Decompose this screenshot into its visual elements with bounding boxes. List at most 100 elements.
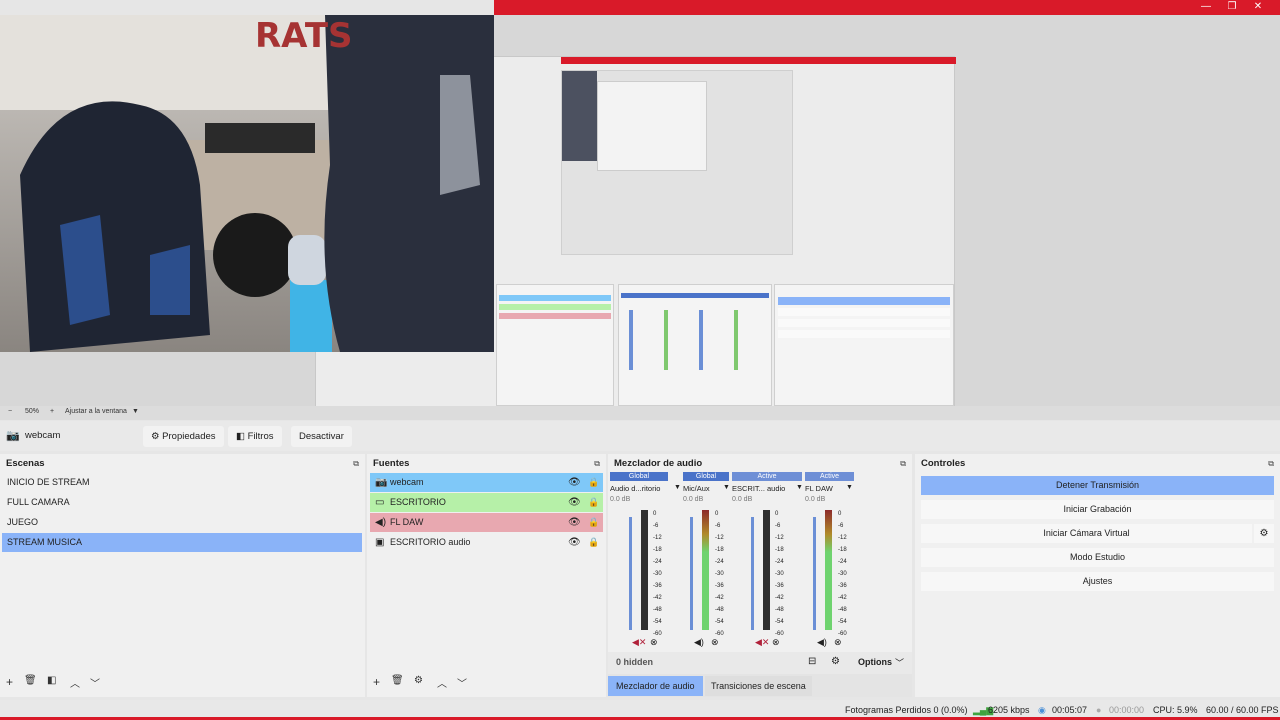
speaker-icon: ◀) xyxy=(375,517,387,528)
chevron-down-icon[interactable]: ﹀ xyxy=(90,675,100,690)
camera-icon: 📷 xyxy=(6,430,20,442)
volume-fader[interactable] xyxy=(629,517,632,630)
chevron-down-icon[interactable]: ▼ xyxy=(723,484,730,491)
channel-db: 0.0 dB xyxy=(683,496,704,503)
db-tick-label: -6 xyxy=(715,523,721,529)
maximize-button[interactable]: ❐ xyxy=(1220,0,1244,15)
speaker-icon[interactable]: ◀) xyxy=(694,637,704,648)
scene-item[interactable]: INICIO DE STREAM xyxy=(2,473,362,492)
lock-icon[interactable]: 🔒 xyxy=(588,473,599,492)
eye-icon[interactable]: 👁 xyxy=(568,493,581,512)
tab-audio-mixer[interactable]: Mezclador de audio xyxy=(608,676,703,696)
db-tick-label: -18 xyxy=(838,547,847,553)
level-meter xyxy=(641,510,648,630)
title-bar: — ❐ ✕ xyxy=(494,0,1280,15)
db-scale: 0 -6 -12 -18 -24 -30 -36 -42 -48 -54 -60 xyxy=(653,508,662,640)
zoom-fit[interactable]: Ajustar a la ventana xyxy=(65,408,127,415)
stop-stream-button[interactable]: Detener Transmisión xyxy=(921,476,1274,495)
source-label: ESCRITORIO xyxy=(390,497,446,507)
zoom-in-button[interactable]: + xyxy=(50,408,54,415)
gear-icon[interactable]: ⚙ xyxy=(414,675,423,686)
studio-mode-button[interactable]: Modo Estudio xyxy=(921,548,1274,567)
channel-name[interactable]: Audio d...ritorio xyxy=(610,484,668,494)
preview-canvas[interactable]: RATS xyxy=(0,15,1280,416)
dock-popout-icon[interactable]: ⧉ xyxy=(900,459,906,469)
advanced-audio-icon[interactable]: ⚙ xyxy=(831,656,840,667)
start-recording-button[interactable]: Iniciar Grabación xyxy=(921,500,1274,519)
db-tick-label: -30 xyxy=(838,571,847,577)
webcam-feed: RATS xyxy=(0,15,494,352)
chevron-down-icon[interactable]: ▼ xyxy=(674,484,681,491)
options-button[interactable]: Options xyxy=(858,657,892,667)
deactivate-button[interactable]: Desactivar xyxy=(291,426,352,447)
lock-icon[interactable]: 🔒 xyxy=(588,513,599,532)
trash-icon[interactable]: 🗑 xyxy=(391,675,404,686)
speaker-muted-icon[interactable]: ◀✕ xyxy=(755,637,769,648)
eye-icon[interactable]: 👁 xyxy=(568,473,581,492)
monitor-icon[interactable]: ⊗ xyxy=(834,637,842,648)
zoom-out-button[interactable]: − xyxy=(8,408,12,415)
settings-button[interactable]: Ajustes xyxy=(921,572,1274,591)
dock-popout-icon[interactable]: ⧉ xyxy=(1268,459,1274,469)
filter-icon[interactable]: ◧ xyxy=(47,675,56,686)
speaker-icon[interactable]: ◀) xyxy=(817,637,827,648)
db-tick-label: -36 xyxy=(838,583,847,589)
record-time: 00:00:00 xyxy=(1109,705,1145,715)
lock-icon[interactable]: 🔒 xyxy=(588,533,599,552)
db-scale: 0 -6 -12 -18 -24 -30 -36 -42 -48 -54 -60 xyxy=(838,508,847,640)
tab-scene-transitions[interactable]: Transiciones de escena xyxy=(705,676,812,696)
controls-title: Controles xyxy=(921,458,966,469)
bitrate: 6205 kbps xyxy=(988,705,1030,715)
db-tick-label: -24 xyxy=(838,559,847,565)
eye-icon[interactable]: 👁 xyxy=(568,513,581,532)
scene-item-selected[interactable]: STREAM MUSICA xyxy=(2,533,362,552)
dropped-frames: Fotogramas Perdidos 0 (0.0%) xyxy=(845,705,968,715)
minimize-button[interactable]: — xyxy=(1194,0,1218,15)
filters-button[interactable]: ◧ Filtros xyxy=(228,426,282,447)
chevron-down-icon[interactable]: ﹀ xyxy=(457,675,467,690)
lock-icon[interactable]: 🔒 xyxy=(588,493,599,512)
db-tick-label: -30 xyxy=(775,571,784,577)
monitor-icon[interactable]: ⊗ xyxy=(711,637,719,648)
zoom-dropdown-icon[interactable]: ▼ xyxy=(132,408,139,415)
speaker-muted-icon[interactable]: ◀✕ xyxy=(632,637,646,648)
scene-item[interactable]: FULL CAMARA xyxy=(2,493,362,512)
volume-fader[interactable] xyxy=(751,517,754,630)
add-icon[interactable]: + xyxy=(373,675,380,689)
monitor-icon[interactable]: ⊗ xyxy=(772,637,780,648)
source-item-escritorio-audio[interactable]: ▣ ESCRITORIO audio 👁 🔒 xyxy=(370,533,603,552)
chevron-down-icon[interactable]: ▼ xyxy=(846,484,853,491)
volume-fader[interactable] xyxy=(690,517,693,630)
db-tick-label: 0 xyxy=(715,511,719,517)
trash-icon[interactable]: 🗑 xyxy=(24,675,37,686)
monitor-icon[interactable]: ⊗ xyxy=(650,637,658,648)
virtual-camera-button[interactable]: Iniciar Cámara Virtual xyxy=(921,524,1252,543)
db-tick-label: -24 xyxy=(653,559,662,565)
chevron-down-icon[interactable]: ▼ xyxy=(796,484,803,491)
db-tick-label: -42 xyxy=(653,595,662,601)
dock-popout-icon[interactable]: ⧉ xyxy=(594,459,600,469)
scene-item[interactable]: JUEGO xyxy=(2,513,362,532)
source-item-webcam[interactable]: 📷 webcam 👁 🔒 xyxy=(370,473,603,492)
channel-name[interactable]: ESCRIT... audio xyxy=(732,484,802,494)
source-item-fl-daw[interactable]: ◀) FL DAW 👁 🔒 xyxy=(370,513,603,532)
close-button[interactable]: ✕ xyxy=(1246,0,1270,15)
db-tick-label: -12 xyxy=(653,535,662,541)
properties-button[interactable]: ⚙ Propiedades xyxy=(143,426,224,447)
volume-fader[interactable] xyxy=(813,517,816,630)
chevron-up-icon[interactable]: ︿ xyxy=(437,675,447,690)
eye-icon[interactable]: 👁 xyxy=(568,533,581,552)
chevron-down-icon[interactable]: ﹀ xyxy=(895,656,904,669)
wall-banner-text: RATS xyxy=(255,16,353,56)
dock-popout-icon[interactable]: ⧉ xyxy=(353,459,359,469)
db-tick-label: 0 xyxy=(653,511,657,517)
layout-icon[interactable]: ⊟ xyxy=(808,656,816,667)
source-item-escritorio[interactable]: ▭ ESCRITORIO 👁 🔒 xyxy=(370,493,603,512)
db-tick-label: -12 xyxy=(838,535,847,541)
chevron-up-icon[interactable]: ︿ xyxy=(70,675,80,690)
db-tick-label: -48 xyxy=(653,607,662,613)
add-icon[interactable]: + xyxy=(6,675,13,689)
gear-icon[interactable]: ⚙ xyxy=(1254,524,1274,543)
db-tick-label: 0 xyxy=(838,511,842,517)
level-meter xyxy=(702,510,709,630)
